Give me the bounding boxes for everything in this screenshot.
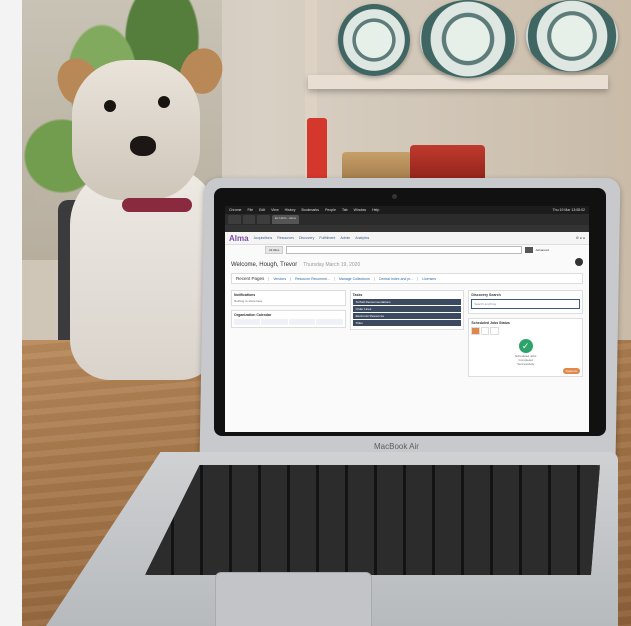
browser-tab[interactable] — [228, 215, 241, 224]
calendar-days — [234, 319, 343, 325]
task-item[interactable]: SUSHI Recommendations — [352, 299, 462, 305]
discovery-search-input[interactable]: Search anything — [471, 299, 581, 309]
recent-page-link[interactable]: Resource Recomme... — [290, 276, 330, 281]
dog-eye-right — [158, 96, 170, 108]
widget-title: Organization Calendar — [234, 313, 272, 317]
menu-item-tab[interactable]: Tab — [342, 208, 348, 212]
browser-tab[interactable] — [242, 215, 256, 224]
laptop-brand-label: MacBook Air — [374, 442, 419, 451]
dashboard-column-middle: Tasks SUSHI Recommendations Order Lines … — [349, 290, 465, 377]
nav-resources[interactable]: Resources — [277, 236, 294, 240]
dog-head — [72, 60, 200, 200]
dashboard-columns: Notifications Nothing to show here Organ… — [225, 286, 589, 381]
widget-text: Nothing to show here — [234, 299, 263, 303]
calendar-day[interactable] — [261, 319, 288, 325]
decorative-plate — [526, 0, 618, 72]
menu-item-window[interactable]: Window — [354, 208, 366, 212]
menu-item-bookmarks[interactable]: Bookmarks — [302, 208, 320, 212]
nav-acquisitions[interactable]: Acquisitions — [254, 236, 273, 240]
calendar-day[interactable] — [288, 319, 316, 325]
jobs-tab[interactable] — [490, 327, 499, 335]
menu-item-file[interactable]: File — [247, 208, 253, 212]
systems-button[interactable]: Systems — [562, 368, 581, 374]
jobs-tab[interactable] — [480, 327, 490, 335]
notifications-widget: Notifications Nothing to show here — [231, 290, 346, 306]
recent-page-link[interactable]: Manage Collections — [333, 276, 370, 281]
jobs-status-widget: Scheduled Jobs Status ✓ Scheduled Jobs C… — [468, 318, 584, 377]
persistent-search: All titles Advanced — [225, 245, 589, 255]
widget-title: Tasks — [352, 293, 363, 297]
alma-logo: Alma — [229, 233, 249, 243]
recent-page-link[interactable]: Licenses — [417, 276, 436, 281]
search-scope-select[interactable]: All titles — [265, 246, 284, 254]
dashboard-column-left: Notifications Nothing to show here Organ… — [231, 290, 346, 377]
dog-collar — [122, 198, 192, 212]
nav-fulfillment[interactable]: Fulfillment — [319, 236, 335, 240]
menu-item-view[interactable]: View — [271, 208, 279, 212]
discovery-search-widget: Discovery Search Search anything — [468, 290, 584, 314]
calendar-day[interactable] — [316, 319, 343, 325]
welcome-row: Welcome, Hough, Trevor Thursday March 19… — [225, 255, 589, 271]
recent-page-link[interactable]: Vendors — [268, 276, 286, 281]
jobs-footer: Systems — [471, 368, 581, 374]
menubar-clock: Thu 19 Mar 13:08:02 — [552, 208, 586, 212]
laptop-screen: Chrome File Edit View History Bookmarks … — [225, 206, 589, 432]
widget-title: Discovery Search — [471, 293, 501, 297]
browser-tab[interactable] — [257, 215, 271, 224]
add-widget-button[interactable] — [575, 258, 583, 266]
decorative-plate — [338, 4, 410, 76]
webcam — [392, 194, 397, 199]
browser-tab-strip: Ex Libris - Alma — [225, 214, 589, 225]
os-menubar: Chrome File Edit View History Bookmarks … — [225, 206, 589, 214]
welcome-text: Welcome, Hough, Trevor — [231, 262, 298, 268]
browser-tab-active[interactable]: Ex Libris - Alma — [272, 215, 299, 224]
checkmark-icon: ✓ — [518, 339, 533, 353]
decorative-plate — [420, 0, 516, 78]
advanced-search-link[interactable]: Advanced — [536, 248, 549, 252]
widget-title: Notifications — [234, 293, 256, 297]
keyboard-keys — [145, 465, 600, 575]
menu-item-help[interactable]: Help — [372, 208, 379, 212]
menu-item-edit[interactable]: Edit — [259, 208, 265, 212]
tasks-widget: Tasks SUSHI Recommendations Order Lines … — [349, 290, 465, 330]
dog-nose — [130, 136, 156, 156]
url-bar[interactable] — [225, 225, 589, 232]
red-bottle — [307, 118, 327, 183]
photo-border — [0, 0, 22, 626]
calendar-widget: Organization Calendar — [231, 310, 346, 328]
task-item[interactable]: Titles — [352, 320, 462, 326]
nav-analytics[interactable]: Analytics — [355, 236, 369, 240]
user-menu[interactable]: ⚙ ● ● — [576, 236, 585, 240]
task-item[interactable]: Electronic Resources — [352, 313, 462, 319]
search-input[interactable] — [286, 246, 522, 254]
jobs-tabs — [471, 327, 580, 335]
widget-title: Scheduled Jobs Status — [471, 321, 510, 325]
menu-item-history[interactable]: History — [285, 208, 296, 212]
jobs-status-line: Successfully — [517, 362, 535, 366]
app-top-nav: Alma Acquisitions Resources Discovery Fu… — [225, 232, 589, 245]
dog-eye-left — [104, 100, 116, 112]
recent-page-link[interactable]: Central Index and pr... — [373, 276, 413, 281]
dashboard-column-right: Discovery Search Search anything Schedul… — [468, 290, 584, 377]
nav-admin[interactable]: Admin — [340, 236, 350, 240]
recent-pages-title: Recent Pages — [236, 276, 265, 281]
menu-item-people[interactable]: People — [325, 208, 336, 212]
task-item[interactable]: Order Lines — [352, 306, 462, 312]
calendar-day[interactable] — [234, 319, 261, 325]
recent-pages-bar: Recent Pages Vendors Resource Recomme...… — [231, 273, 583, 284]
welcome-date: Thursday March 19, 2020 — [303, 262, 361, 268]
trackpad — [215, 572, 372, 626]
search-button[interactable] — [524, 247, 533, 253]
jobs-tab[interactable] — [471, 327, 480, 335]
menu-item-chrome[interactable]: Chrome — [229, 208, 241, 212]
photo-scene: Chrome File Edit View History Bookmarks … — [0, 0, 631, 626]
nav-discovery[interactable]: Discovery — [299, 236, 314, 240]
